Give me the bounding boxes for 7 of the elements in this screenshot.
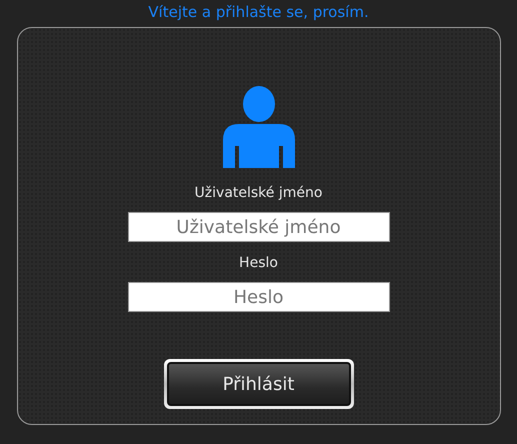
username-field[interactable]: Uživatelské jméno bbox=[128, 212, 390, 242]
password-label: Heslo bbox=[239, 254, 278, 272]
username-label: Uživatelské jméno bbox=[194, 184, 322, 202]
password-field[interactable]: Heslo bbox=[128, 282, 390, 312]
login-button[interactable]: Přihlásit bbox=[166, 362, 350, 406]
welcome-heading: Vítejte a přihlašte se, prosím. bbox=[148, 3, 369, 23]
user-icon bbox=[220, 86, 296, 168]
